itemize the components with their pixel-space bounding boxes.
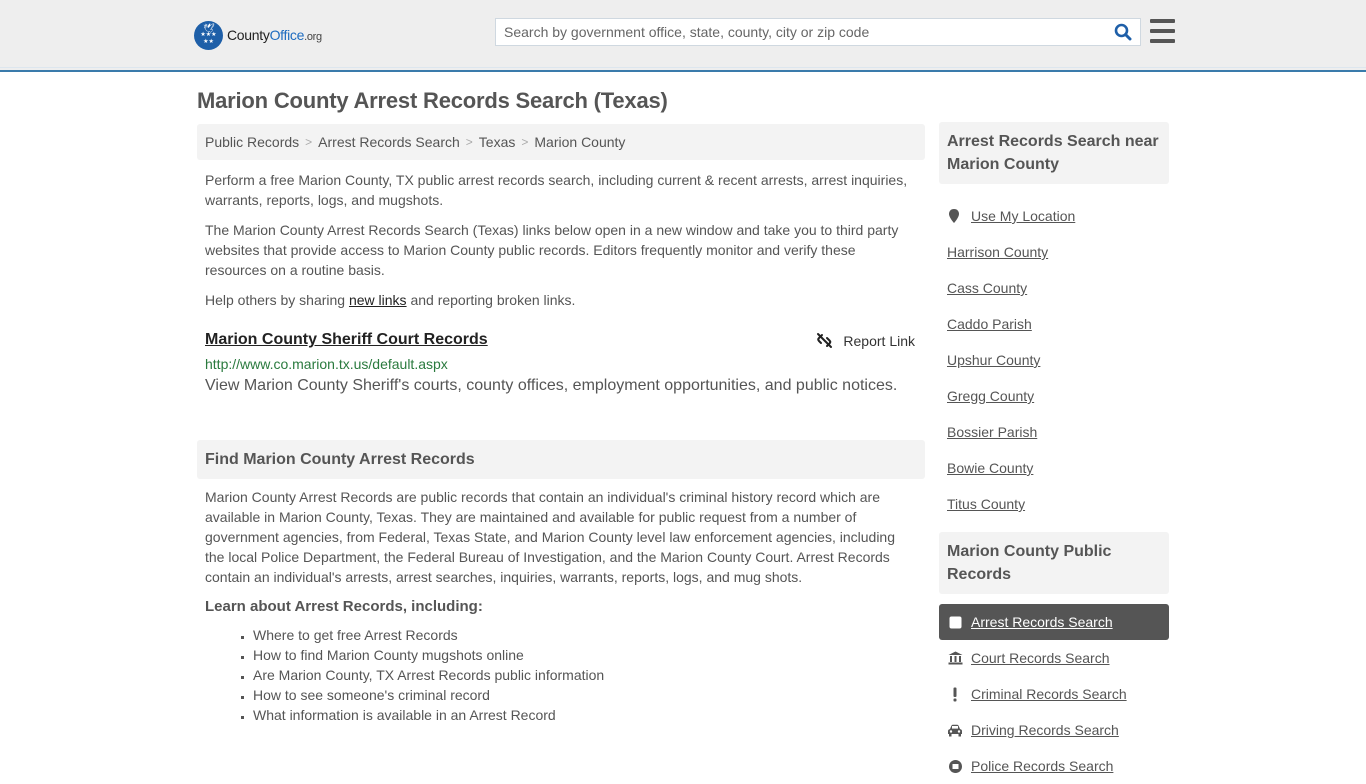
nearby-link-bossier-parish[interactable]: Bossier Parish xyxy=(947,424,1037,440)
sidebar: Arrest Records Search near Marion County… xyxy=(939,122,1169,784)
intro-paragraph: Perform a free Marion County, TX public … xyxy=(205,172,908,208)
nearby-link-caddo-parish[interactable]: Caddo Parish xyxy=(947,316,1032,332)
breadcrumb-public-records[interactable]: Public Records xyxy=(205,134,299,150)
resource-item: Marion County Sheriff Court Records Repo… xyxy=(197,330,925,397)
nearby-item: Titus County xyxy=(947,486,1161,522)
arrest-records-search-link[interactable]: Arrest Records Search xyxy=(971,614,1113,630)
resource-title-link[interactable]: Marion County Sheriff Court Records xyxy=(205,330,488,350)
nearby-item: Gregg County xyxy=(947,378,1161,414)
breadcrumb-arrest-records-search[interactable]: Arrest Records Search xyxy=(318,134,460,150)
police-records-search-link[interactable]: Police Records Search xyxy=(971,758,1113,774)
use-my-location-item: Use My Location xyxy=(947,198,1161,234)
menu-bar xyxy=(1150,29,1175,33)
nearby-item: Bossier Parish xyxy=(947,414,1161,450)
nearby-item: Upshur County xyxy=(947,342,1161,378)
resource-url[interactable]: http://www.co.marion.tx.us/default.aspx xyxy=(205,354,917,374)
list-item: How to see someone's criminal record xyxy=(253,685,917,705)
breadcrumb-texas[interactable]: Texas xyxy=(479,134,516,150)
breadcrumb: Public Records > Arrest Records Search >… xyxy=(197,124,925,160)
police-icon xyxy=(947,759,963,774)
report-link-button[interactable]: Report Link xyxy=(816,332,915,349)
nearby-link-upshur-county[interactable]: Upshur County xyxy=(947,352,1040,368)
list-item: How to find Marion County mugshots onlin… xyxy=(253,645,917,665)
nearby-link-harrison-county[interactable]: Harrison County xyxy=(947,244,1048,260)
main-content: Perform a free Marion County, TX public … xyxy=(197,170,925,725)
search-icon xyxy=(1114,23,1132,41)
find-records-heading: Find Marion County Arrest Records xyxy=(197,440,925,479)
find-records-section: Marion County Arrest Records are public … xyxy=(197,479,925,725)
search-button[interactable] xyxy=(1106,19,1140,45)
nearby-item: Bowie County xyxy=(947,450,1161,486)
breadcrumb-separator: > xyxy=(521,135,529,149)
use-my-location-link[interactable]: Use My Location xyxy=(971,208,1075,224)
records-item-arrest[interactable]: Arrest Records Search xyxy=(939,604,1169,640)
nearby-heading: Arrest Records Search near Marion County xyxy=(939,122,1169,184)
nearby-link-gregg-county[interactable]: Gregg County xyxy=(947,388,1034,404)
nearby-item: Harrison County xyxy=(947,234,1161,270)
top-navigation-bar: 🕊 ★★★ ★★ CountyOffice.org xyxy=(0,0,1366,72)
search-input[interactable] xyxy=(496,19,1106,45)
logo-wordmark: CountyOffice.org xyxy=(227,27,322,43)
list-item: What information is available in an Arre… xyxy=(253,705,917,725)
records-item-court[interactable]: Court Records Search xyxy=(939,640,1169,676)
driving-records-search-link[interactable]: Driving Records Search xyxy=(971,722,1119,738)
square-icon xyxy=(947,616,963,629)
menu-bar xyxy=(1150,39,1175,43)
site-logo[interactable]: 🕊 ★★★ ★★ CountyOffice.org xyxy=(194,20,322,50)
nearby-item: Caddo Parish xyxy=(947,306,1161,342)
new-links-link[interactable]: new links xyxy=(349,292,407,308)
list-item: Where to get free Arrest Records xyxy=(253,625,917,645)
public-records-heading: Marion County Public Records xyxy=(939,532,1169,594)
nearby-item: Cass County xyxy=(947,270,1161,306)
nearby-link-cass-county[interactable]: Cass County xyxy=(947,280,1027,296)
hamburger-menu-icon[interactable] xyxy=(1150,19,1175,43)
share-paragraph: Help others by sharing new links and rep… xyxy=(205,292,576,308)
courthouse-icon xyxy=(947,651,963,665)
nearby-link-titus-county[interactable]: Titus County xyxy=(947,496,1025,512)
list-item: Are Marion County, TX Arrest Records pub… xyxy=(253,665,917,685)
public-records-list: Arrest Records Search Court Records Sear… xyxy=(939,604,1169,784)
breadcrumb-separator: > xyxy=(465,135,473,149)
eagle-logo-icon: 🕊 ★★★ ★★ xyxy=(194,20,223,50)
learn-about-list: Where to get free Arrest Records How to … xyxy=(205,625,917,725)
car-icon xyxy=(947,724,963,737)
records-item-driving[interactable]: Driving Records Search xyxy=(939,712,1169,748)
court-records-search-link[interactable]: Court Records Search xyxy=(971,650,1110,666)
disclaimer-paragraph: The Marion County Arrest Records Search … xyxy=(205,222,899,278)
learn-about-heading: Learn about Arrest Records, including: xyxy=(205,598,483,615)
records-item-police[interactable]: Police Records Search xyxy=(939,748,1169,784)
find-records-paragraph: Marion County Arrest Records are public … xyxy=(205,489,896,585)
breadcrumb-separator: > xyxy=(305,135,313,149)
exclamation-icon xyxy=(947,687,963,702)
broken-link-icon xyxy=(817,333,833,348)
nearby-link-bowie-county[interactable]: Bowie County xyxy=(947,460,1033,476)
search-bar xyxy=(495,18,1141,46)
criminal-records-search-link[interactable]: Criminal Records Search xyxy=(971,686,1127,702)
resource-description: View Marion County Sheriff's courts, cou… xyxy=(205,377,898,394)
nearby-list: Use My Location Harrison County Cass Cou… xyxy=(939,198,1169,522)
page-title: Marion County Arrest Records Search (Tex… xyxy=(197,88,668,113)
map-pin-icon xyxy=(949,209,959,223)
breadcrumb-marion-county[interactable]: Marion County xyxy=(534,134,625,150)
menu-bar xyxy=(1150,19,1175,23)
records-item-criminal[interactable]: Criminal Records Search xyxy=(939,676,1169,712)
